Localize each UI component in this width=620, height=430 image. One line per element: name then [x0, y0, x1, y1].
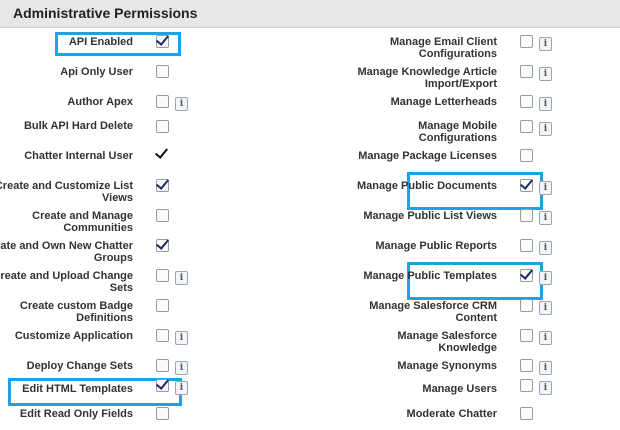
permission-checkbox-create-and-customize-list-views[interactable] [156, 179, 169, 192]
permission-checkbox-create-and-manage-communities[interactable] [156, 209, 169, 222]
permission-label-edit-html-templates: Edit HTML Templates [22, 383, 133, 395]
permission-checkbox-manage-knowledge-article-import-export[interactable] [520, 65, 533, 78]
permission-label-manage-public-reports: Manage Public Reports [375, 240, 497, 252]
info-icon[interactable]: i [539, 271, 552, 285]
permission-label-manage-package-licenses: Manage Package Licenses [358, 150, 497, 162]
permission-checkbox-create-and-own-new-chatter-groups[interactable] [156, 239, 169, 252]
permission-checkbox-chatter-internal-user[interactable] [156, 149, 167, 160]
permission-checkbox-bulk-api-hard-delete[interactable] [156, 120, 169, 133]
section-header: Administrative Permissions [0, 0, 620, 28]
permission-checkbox-api-enabled[interactable] [156, 35, 169, 48]
permission-checkbox-create-custom-badge-definitions[interactable] [156, 299, 169, 312]
permission-checkbox-manage-public-templates[interactable] [520, 269, 533, 282]
permission-checkbox-deploy-change-sets[interactable] [156, 359, 169, 372]
permission-checkbox-author-apex[interactable] [156, 95, 169, 108]
permissions-panel: Administrative Permissions API Enabled Ap… [0, 0, 620, 430]
permission-label-edit-read-only-fields: Edit Read Only Fields [19, 408, 133, 420]
permission-checkbox-manage-salesforce-crm-content[interactable] [520, 299, 533, 312]
permission-checkbox-manage-letterheads[interactable] [520, 95, 533, 108]
info-icon[interactable]: i [539, 67, 552, 81]
info-icon[interactable]: i [175, 331, 188, 345]
info-icon[interactable]: i [539, 331, 552, 345]
info-icon[interactable]: i [175, 271, 188, 285]
info-icon[interactable]: i [539, 361, 552, 375]
permission-label-manage-mobile-configurations: Manage Mobile Configurations [418, 120, 497, 144]
permission-checkbox-manage-users[interactable] [520, 379, 533, 392]
permission-label-author-apex: Author Apex [67, 96, 133, 108]
info-icon[interactable]: i [175, 361, 188, 375]
permission-checkbox-manage-package-licenses[interactable] [520, 149, 533, 162]
permission-label-manage-knowledge-article-import-export: Manage Knowledge Article Import/Export [357, 66, 497, 90]
section-title: Administrative Permissions [13, 5, 198, 21]
permission-checkbox-api-only-user[interactable] [156, 65, 169, 78]
permission-checkbox-manage-synonyms[interactable] [520, 359, 533, 372]
permission-checkbox-manage-public-list-views[interactable] [520, 209, 533, 222]
info-icon[interactable]: i [175, 381, 188, 395]
permission-label-moderate-chatter: Moderate Chatter [406, 408, 497, 420]
info-icon[interactable]: i [539, 301, 552, 315]
permission-label-create-custom-badge-definitions: Create custom Badge Definitions [19, 300, 133, 324]
permission-label-manage-salesforce-knowledge: Manage Salesforce Knowledge [397, 330, 497, 354]
permission-checkbox-edit-read-only-fields[interactable] [156, 407, 169, 420]
info-icon[interactable]: i [175, 97, 188, 111]
permission-label-api-only-user: Api Only User [60, 66, 133, 78]
permission-label-manage-salesforce-crm-content: Manage Salesforce CRM Content [369, 300, 497, 324]
permission-label-create-and-manage-communities: Create and Manage Communities [32, 210, 133, 234]
permission-label-manage-public-documents: Manage Public Documents [357, 180, 497, 192]
info-icon[interactable]: i [539, 181, 552, 195]
permission-checkbox-manage-public-reports[interactable] [520, 239, 533, 252]
permission-label-manage-public-templates: Manage Public Templates [363, 270, 497, 282]
permission-checkbox-manage-salesforce-knowledge[interactable] [520, 329, 533, 342]
permission-label-customize-application: Customize Application [14, 330, 133, 342]
permission-checkbox-edit-html-templates[interactable] [156, 379, 169, 392]
permission-label-chatter-internal-user: Chatter Internal User [24, 150, 133, 162]
permission-label-create-and-own-new-chatter-groups: Create and Own New Chatter Groups [0, 240, 133, 264]
permission-label-manage-letterheads: Manage Letterheads [390, 96, 497, 108]
permission-checkbox-moderate-chatter[interactable] [520, 407, 533, 420]
permission-label-create-and-customize-list-views: Create and Customize List Views [0, 180, 133, 204]
permission-checkbox-manage-public-documents[interactable] [520, 179, 533, 192]
permission-label-manage-users: Manage Users [422, 383, 497, 395]
permission-label-api-enabled: API Enabled [68, 36, 133, 48]
info-icon[interactable]: i [539, 241, 552, 255]
info-icon[interactable]: i [539, 381, 552, 395]
info-icon[interactable]: i [539, 211, 552, 225]
permission-label-bulk-api-hard-delete: Bulk API Hard Delete [23, 120, 133, 132]
info-icon[interactable]: i [539, 122, 552, 136]
permission-label-manage-public-list-views: Manage Public List Views [363, 210, 497, 222]
permission-label-manage-email-client-configurations: Manage Email Client Configurations [390, 36, 497, 60]
permission-label-manage-synonyms: Manage Synonyms [397, 360, 497, 372]
info-icon[interactable]: i [539, 97, 552, 111]
permission-checkbox-create-and-upload-change-sets[interactable] [156, 269, 169, 282]
permission-checkbox-customize-application[interactable] [156, 329, 169, 342]
permission-label-deploy-change-sets: Deploy Change Sets [26, 360, 133, 372]
permission-checkbox-manage-email-client-configurations[interactable] [520, 35, 533, 48]
permission-label-create-and-upload-change-sets: Create and Upload Change Sets [0, 270, 133, 294]
info-icon[interactable]: i [539, 37, 552, 51]
permission-checkbox-manage-mobile-configurations[interactable] [520, 120, 533, 133]
